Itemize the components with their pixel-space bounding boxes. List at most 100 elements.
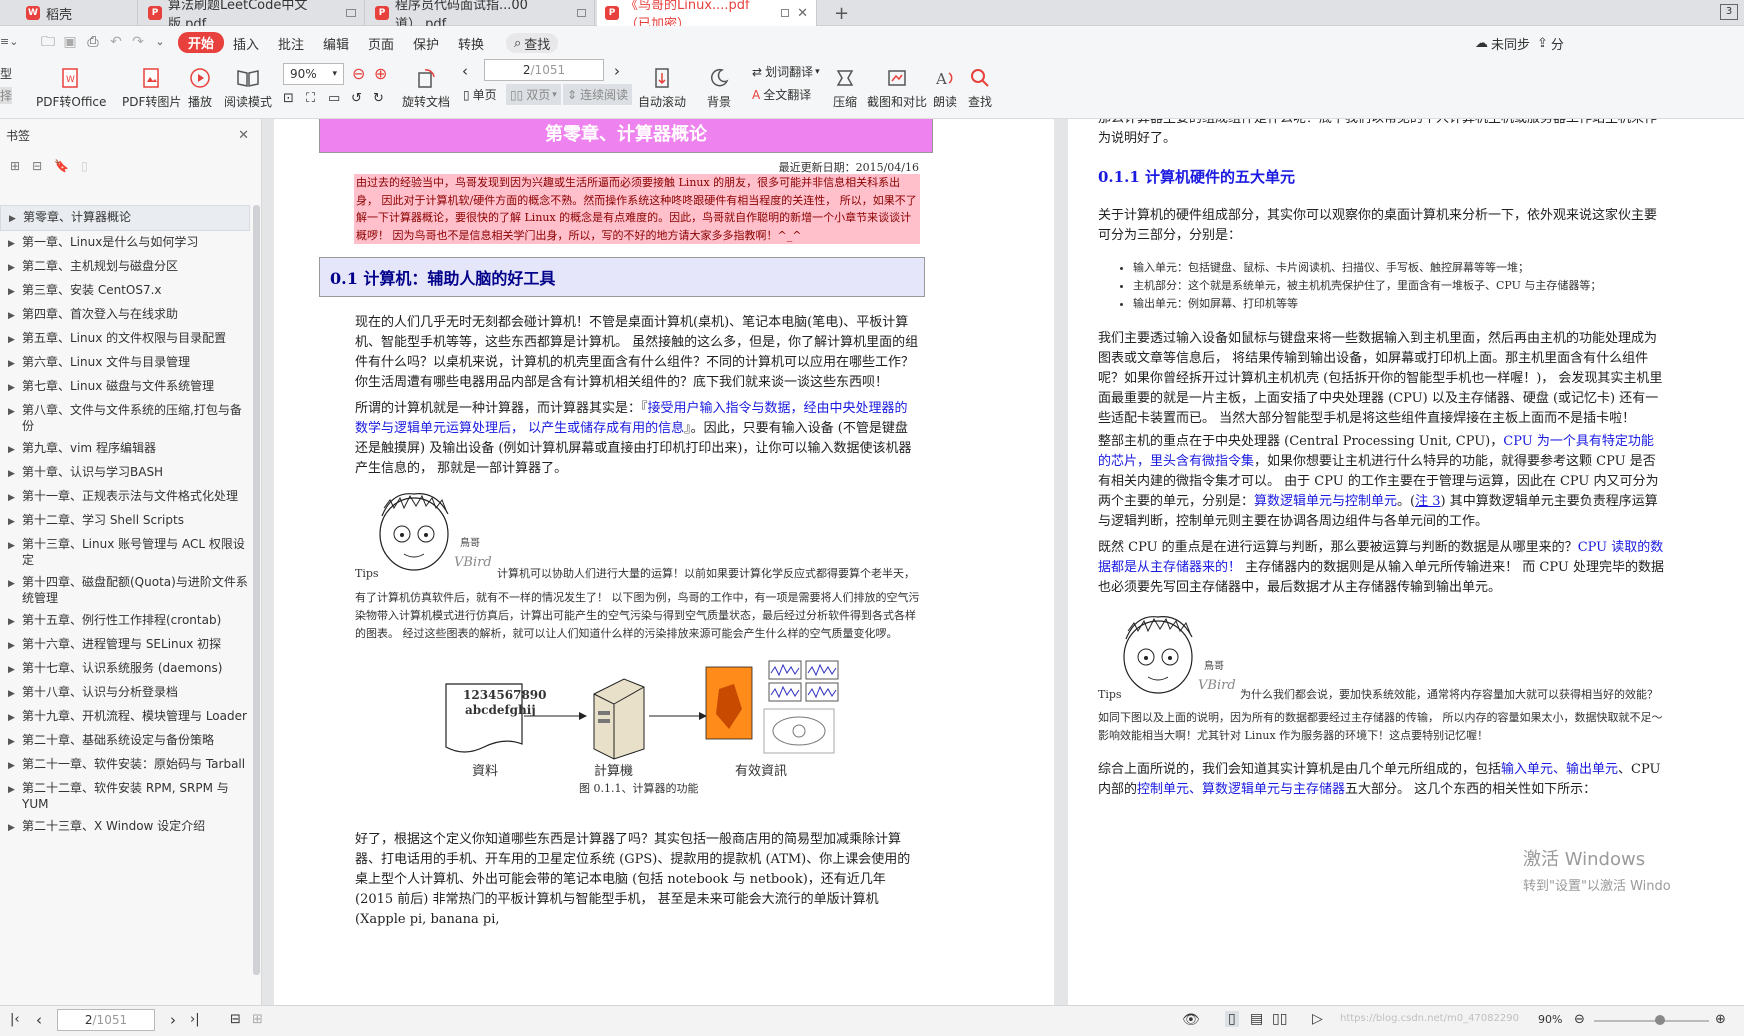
continuous-view-icon[interactable]: ▤ xyxy=(1250,1011,1263,1027)
full-translate-button[interactable]: A 全文翻译 xyxy=(752,86,811,103)
expand-arrow-icon[interactable]: ▶ xyxy=(8,354,22,372)
redo-icon[interactable]: ↷ xyxy=(130,34,146,50)
expand-arrow-icon[interactable]: ▶ xyxy=(8,234,22,252)
ribbon-label-fragment[interactable]: 择 xyxy=(0,87,13,104)
expand-arrow-icon[interactable]: ▶ xyxy=(8,708,22,726)
bookmark-item[interactable]: ▶ 第二十二章、软件安装 RPM, SRPM 与 YUM xyxy=(0,777,250,815)
expand-arrow-icon[interactable]: ▶ xyxy=(8,612,22,630)
bookmark-item[interactable]: ▶ 第二十章、基础系统设定与备份策略 xyxy=(0,729,250,753)
prev-page-icon[interactable]: ‹ xyxy=(36,1011,42,1029)
fit-width-icon[interactable]: ▭ xyxy=(328,91,340,106)
prev-page-icon[interactable]: ‹ xyxy=(462,62,468,80)
menu-expand-icon[interactable]: ≡⌄ xyxy=(0,34,18,50)
sync-status[interactable]: ☁ 未同步 xyxy=(1475,33,1530,53)
play-icon[interactable]: ▷ xyxy=(1312,1011,1323,1027)
zoom-slider[interactable] xyxy=(1594,1020,1709,1022)
bookmark-item[interactable]: ▶ 第二十一章、软件安装：原始码与 Tarball xyxy=(0,753,250,777)
menu-edit[interactable]: 编辑 xyxy=(323,33,349,53)
next-page-icon[interactable]: › xyxy=(170,1011,176,1029)
pdf-to-office-button[interactable]: W PDF转Office xyxy=(36,59,106,110)
auto-scroll-button[interactable]: 自动滚动 xyxy=(638,59,686,110)
tab-leetcode-pdf[interactable]: P 算法刷题LeetCode中文版.pdf xyxy=(140,0,365,32)
menu-convert[interactable]: 转换 xyxy=(458,33,484,53)
double-page-button[interactable]: ▯▯ 双页 ▾ xyxy=(506,84,561,105)
continuous-read-button[interactable]: ⇕ 连续阅读 xyxy=(563,84,633,105)
background-button[interactable]: 背景 xyxy=(706,59,732,110)
zoom-out-icon[interactable]: ⊖ xyxy=(1574,1012,1585,1027)
single-page-button[interactable]: ▯ 单页 xyxy=(463,86,497,103)
tab-linux-pdf[interactable]: P 《鸟哥的Linux....pdf（已加密） ✕ xyxy=(597,0,817,32)
open-folder-icon[interactable]: 🗀 xyxy=(40,34,56,50)
fit-view-alt-icon[interactable]: ⊞ xyxy=(252,1012,263,1027)
bookmark-item[interactable]: ▶ 第八章、文件与文件系统的压缩,打包与备份 xyxy=(0,399,250,437)
single-page-view-icon[interactable]: ▯ xyxy=(1225,1011,1239,1027)
menu-page[interactable]: 页面 xyxy=(368,33,394,53)
expand-arrow-icon[interactable]: ▶ xyxy=(8,636,22,654)
menu-protect[interactable]: 保护 xyxy=(413,33,439,53)
bookmark-item[interactable]: ▶ 第十五章、例行性工作排程(crontab) xyxy=(0,609,250,633)
bookmark-item[interactable]: ▶ 第十九章、开机流程、模块管理与 Loader xyxy=(0,705,250,729)
footnote-link[interactable]: 注 3 xyxy=(1415,494,1440,509)
status-page-input[interactable]: 2 /1051 xyxy=(57,1009,155,1031)
zoom-select[interactable]: 90% ▾ xyxy=(283,63,344,85)
zoom-out-icon[interactable]: ⊖ xyxy=(352,64,365,83)
bookmark-item[interactable]: ▶ 第零章、计算器概论 xyxy=(0,205,250,231)
search-button[interactable]: ⌕ 查找 xyxy=(506,33,559,53)
expand-arrow-icon[interactable]: ▶ xyxy=(8,756,22,774)
expand-arrow-icon[interactable]: ▶ xyxy=(8,818,22,836)
last-page-icon[interactable]: ›| xyxy=(190,1012,200,1027)
menu-annotate[interactable]: 批注 xyxy=(278,33,304,53)
bookmark-item[interactable]: ▶ 第三章、安装 CentOS7.x xyxy=(0,279,250,303)
tab-window-icon[interactable] xyxy=(780,9,790,17)
expand-arrow-icon[interactable]: ▶ xyxy=(8,574,22,592)
tab-docer[interactable]: W 稻壳 xyxy=(18,0,138,26)
fit-view-icon[interactable]: ⊟ xyxy=(230,1012,241,1027)
bookmark-item[interactable]: ▶ 第十章、认识与学习BASH xyxy=(0,461,250,485)
bookmark-item[interactable]: ▶ 第十三章、Linux 账号管理与 ACL 权限设定 xyxy=(0,533,250,571)
delete-bookmark-icon[interactable]: ▯ xyxy=(81,159,88,173)
tab-window-icon[interactable] xyxy=(576,9,586,17)
expand-arrow-icon[interactable]: ▶ xyxy=(8,684,22,702)
expand-arrow-icon[interactable]: ▶ xyxy=(8,536,22,554)
expand-arrow-icon[interactable]: ▶ xyxy=(8,660,22,678)
new-tab-button[interactable]: + xyxy=(826,0,857,26)
bookmark-item[interactable]: ▶ 第十八章、认识与分析登录档 xyxy=(0,681,250,705)
rotate-right-icon[interactable]: ↻ xyxy=(373,91,384,106)
first-page-icon[interactable]: |‹ xyxy=(10,1012,20,1027)
expand-arrow-icon[interactable]: ▶ xyxy=(8,464,22,482)
bookmark-item[interactable]: ▶ 第二十三章、X Window 设定介绍 xyxy=(0,815,250,839)
collapse-all-icon[interactable]: ⊟ xyxy=(32,159,42,173)
bookmark-item[interactable]: ▶ 第五章、Linux 的文件权限与目录配置 xyxy=(0,327,250,351)
fit-page-icon[interactable]: ⛶ xyxy=(306,91,315,106)
bookmark-item[interactable]: ▶ 第十一章、正规表示法与文件格式化处理 xyxy=(0,485,250,509)
bookmark-item[interactable]: ▶ 第十四章、磁盘配额(Quota)与进阶文件系统管理 xyxy=(0,571,250,609)
menu-insert[interactable]: 插入 xyxy=(233,33,259,53)
bookmark-item[interactable]: ▶ 第六章、Linux 文件与目录管理 xyxy=(0,351,250,375)
close-icon[interactable]: ✕ xyxy=(238,128,249,143)
actual-size-icon[interactable]: ⊡ xyxy=(283,91,294,106)
expand-arrow-icon[interactable]: ▶ xyxy=(8,306,22,324)
expand-arrow-icon[interactable]: ▶ xyxy=(8,780,22,798)
bookmark-item[interactable]: ▶ 第九章、vim 程序编辑器 xyxy=(0,437,250,461)
pdf-to-image-button[interactable]: PDF转图片 xyxy=(122,59,181,110)
double-page-view-icon[interactable]: ▯▯ xyxy=(1272,1011,1287,1027)
menu-start[interactable]: 开始 xyxy=(178,32,225,53)
expand-arrow-icon[interactable]: ▶ xyxy=(9,209,23,227)
word-translate-button[interactable]: ⇄ 划词翻译 ▾ xyxy=(752,63,820,80)
expand-arrow-icon[interactable]: ▶ xyxy=(8,440,22,458)
rotate-document-button[interactable]: 旋转文档 xyxy=(402,59,450,110)
screenshot-compare-button[interactable]: 截图和对比 xyxy=(867,59,927,110)
document-view[interactable]: 第零章、计算器概论 最近更新日期：2015/04/16 由过去的经验当中，鸟哥发… xyxy=(262,119,1744,1005)
eye-protect-icon[interactable]: 👁 xyxy=(1182,1012,1200,1028)
expand-arrow-icon[interactable]: ▶ xyxy=(8,512,22,530)
read-mode-button[interactable]: 阅读模式 xyxy=(224,59,272,110)
save-icon[interactable]: ▣ xyxy=(62,34,78,50)
expand-arrow-icon[interactable]: ▶ xyxy=(8,402,22,420)
find-button[interactable]: 查找 xyxy=(967,59,993,110)
zoom-in-icon[interactable]: ⊕ xyxy=(1715,1012,1726,1027)
bookmark-item[interactable]: ▶ 第一章、Linux是什么与如何学习 xyxy=(0,231,250,255)
play-button[interactable]: 播放 xyxy=(187,59,213,110)
expand-arrow-icon[interactable]: ▶ xyxy=(8,732,22,750)
expand-arrow-icon[interactable]: ▶ xyxy=(8,282,22,300)
tab-window-icon[interactable] xyxy=(346,9,356,17)
